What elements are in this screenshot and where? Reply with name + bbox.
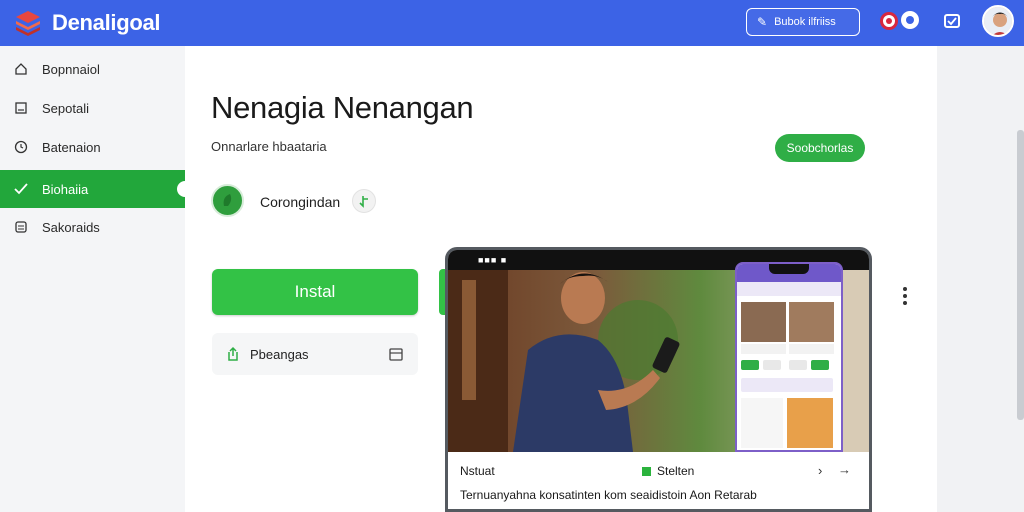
sidebar-item-label: Batenaion [42, 139, 101, 155]
status-icon[interactable] [901, 11, 919, 29]
developer-icon[interactable] [211, 184, 244, 217]
sidebar-item-biohaiia[interactable]: Biohaiia [0, 170, 193, 208]
calendar-icon [389, 348, 403, 361]
app-detail-card: Nenagia Nenangan Onnarlare hbaataria Soo… [185, 46, 937, 512]
verified-badge-icon[interactable] [352, 189, 376, 213]
sidebar-item-bopnnaiol[interactable]: Bopnnaiol [0, 50, 185, 88]
more-options-icon[interactable] [902, 286, 908, 306]
sidebar-item-label: Bopnnaiol [42, 61, 100, 77]
screenshot-preview[interactable]: ■■■ ■ Nstuat Stelten › Ternuanyahna kons… [445, 247, 872, 512]
clock-icon [14, 140, 28, 154]
flag-icon [642, 466, 651, 476]
caption-right-label: Stelten [657, 464, 695, 478]
sidebar-item-sakoraids[interactable]: Sakoraids [0, 208, 185, 246]
home-icon [15, 63, 27, 75]
document-icon [15, 102, 27, 114]
sidebar-item-batenaion[interactable]: Batenaion [0, 128, 185, 166]
page-title: Nenagia Nenangan [211, 90, 474, 125]
right-panel [937, 46, 1024, 512]
top-bar: Denaligoal ✎ Bubok ilfriiss [0, 0, 1024, 46]
sidebar-item-sepotali[interactable]: Sepotali [0, 89, 185, 127]
app-subtitle: Onnarlare hbaataria [211, 139, 327, 154]
share-button[interactable]: Pbeangas [212, 333, 418, 375]
list-icon [15, 221, 27, 233]
record-icon[interactable] [880, 12, 898, 30]
screen-icon[interactable] [942, 12, 962, 32]
install-button[interactable]: Instal [212, 269, 418, 315]
developer-name[interactable]: Corongindan [260, 194, 340, 210]
share-label: Pbeangas [250, 346, 309, 362]
check-icon [14, 183, 28, 195]
wrench-icon: ✎ [757, 15, 768, 29]
sidebar-item-label: Sakoraids [42, 219, 100, 235]
sidebar-item-label: Biohaiia [42, 181, 89, 197]
sidebar: Bopnnaiol Sepotali Batenaion Biohaiia Sa… [0, 46, 193, 512]
phone-notch [769, 264, 809, 274]
app-logo-icon[interactable] [14, 9, 42, 37]
arrow-right-icon[interactable]: → [838, 462, 851, 477]
caption-right[interactable]: Stelten [642, 464, 694, 478]
scrollbar[interactable] [1017, 130, 1024, 420]
subscribe-button[interactable]: Soobchorlas [775, 134, 865, 162]
share-icon [228, 346, 238, 361]
brand-name[interactable]: Denaligoal [52, 10, 161, 36]
chevron-right-icon[interactable]: › [818, 463, 822, 478]
sidebar-item-label: Sepotali [42, 100, 89, 116]
top-action-button[interactable]: ✎ Bubok ilfriiss [746, 8, 860, 36]
caption-left: Nstuat [460, 464, 495, 478]
top-action-label: Bubok ilfriiss [774, 16, 836, 28]
preview-description: Ternuanyahna konsatinten kom seaidistoin… [460, 488, 757, 502]
phone-preview [735, 262, 843, 452]
user-avatar[interactable] [982, 5, 1014, 37]
